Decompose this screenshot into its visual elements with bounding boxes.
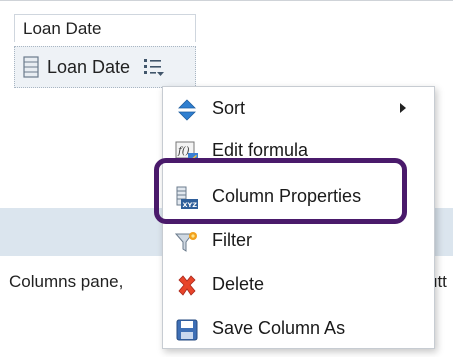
column-context-menu: Sort f() Edit formula XYZ Column Propert…	[162, 86, 435, 349]
delete-icon	[175, 274, 199, 298]
column-chip[interactable]: Loan Date	[14, 46, 196, 88]
menu-item-sort-label: Sort	[212, 98, 246, 118]
column-properties-icon: XYZ	[175, 186, 199, 210]
menu-item-save-column-as[interactable]: Save Column As	[163, 309, 434, 349]
help-text: Columns pane,	[9, 272, 124, 291]
column-header-label: Loan Date	[23, 19, 102, 38]
menu-item-column-properties[interactable]: XYZ Column Properties	[163, 177, 434, 217]
menu-item-edit-formula[interactable]: f() Edit formula	[163, 131, 434, 171]
svg-text:f(): f()	[177, 146, 190, 157]
column-icon	[23, 56, 39, 78]
submenu-arrow-icon	[400, 103, 406, 113]
save-icon	[175, 318, 199, 342]
column-chip-label: Loan Date	[47, 56, 131, 77]
menu-item-sort[interactable]: Sort	[163, 89, 434, 129]
top-divider	[0, 0, 453, 1]
menu-item-save-column-as-label: Save Column As	[212, 318, 346, 338]
column-menu-icon[interactable]	[142, 56, 166, 78]
menu-item-edit-formula-label: Edit formula	[212, 140, 309, 160]
menu-item-filter[interactable]: Filter	[163, 221, 434, 261]
menu-item-filter-label: Filter	[212, 230, 252, 250]
column-header: Loan Date	[14, 14, 196, 42]
menu-item-delete-label: Delete	[212, 274, 265, 294]
svg-text:XYZ: XYZ	[183, 201, 198, 209]
sort-icon	[175, 98, 199, 122]
menu-item-column-properties-label: Column Properties	[212, 186, 362, 206]
formula-icon: f()	[175, 140, 199, 164]
menu-item-delete[interactable]: Delete	[163, 265, 434, 305]
filter-icon	[174, 230, 199, 254]
